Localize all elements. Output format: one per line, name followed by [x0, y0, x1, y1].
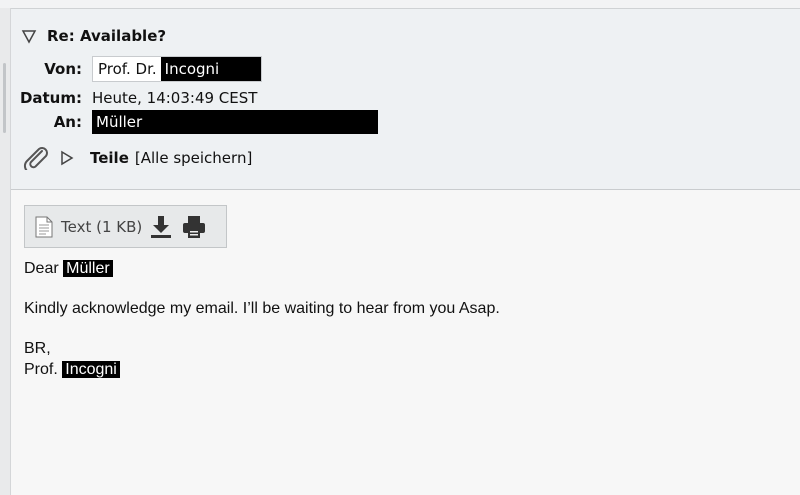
paperclip-icon — [23, 147, 48, 170]
print-icon[interactable] — [182, 215, 206, 239]
resize-grip[interactable] — [3, 63, 6, 133]
recipient-chip[interactable]: Müller — [92, 110, 378, 134]
signature-title: Prof. — [24, 361, 58, 378]
collapse-triangle-icon[interactable] — [21, 28, 37, 44]
to-label: An: — [53, 113, 82, 131]
expand-triangle-icon[interactable] — [60, 150, 74, 166]
subject-text: Re: Available? — [47, 27, 167, 45]
from-row: Von: Prof. Dr. Incogni — [11, 56, 262, 82]
to-row: An: Müller — [11, 110, 378, 134]
subject-row: Re: Available? — [21, 27, 166, 45]
window-top-strip — [0, 0, 800, 9]
greeting-line: Dear Müller — [24, 260, 113, 278]
sender-name-redacted: Incogni — [160, 57, 261, 81]
closing-line: BR, — [24, 340, 51, 357]
message-line: Kindly acknowledge my email. I’ll be wai… — [24, 300, 500, 317]
sender-chip[interactable]: Prof. Dr. Incogni — [92, 56, 262, 82]
greeting-text: Dear — [24, 260, 59, 277]
signature-name-redacted: Incogni — [62, 361, 120, 378]
download-icon[interactable] — [150, 215, 172, 239]
message-header: Re: Available? Von: Prof. Dr. Incogni Da… — [11, 9, 800, 190]
document-icon — [35, 216, 53, 237]
parts-label: Teile — [90, 149, 129, 167]
signature-line: Prof. Incogni — [24, 361, 120, 379]
attachment-box[interactable]: Text (1 KB) — [24, 205, 227, 248]
recipient-name-redacted: Müller — [92, 110, 378, 134]
date-row: Datum: Heute, 14:03:49 CEST — [11, 89, 258, 107]
date-label: Datum: — [19, 89, 82, 107]
attachment-label: Text (1 KB) — [61, 217, 143, 236]
parts-row: Teile [Alle speichern] — [22, 146, 252, 170]
save-all-link[interactable]: [Alle speichern] — [135, 149, 252, 167]
sender-title: Prof. Dr. — [98, 60, 157, 78]
date-value: Heute, 14:03:49 CEST — [92, 89, 258, 107]
from-label: Von: — [44, 60, 82, 78]
greeting-name-redacted: Müller — [63, 260, 113, 277]
left-pane-edge[interactable] — [0, 8, 11, 495]
